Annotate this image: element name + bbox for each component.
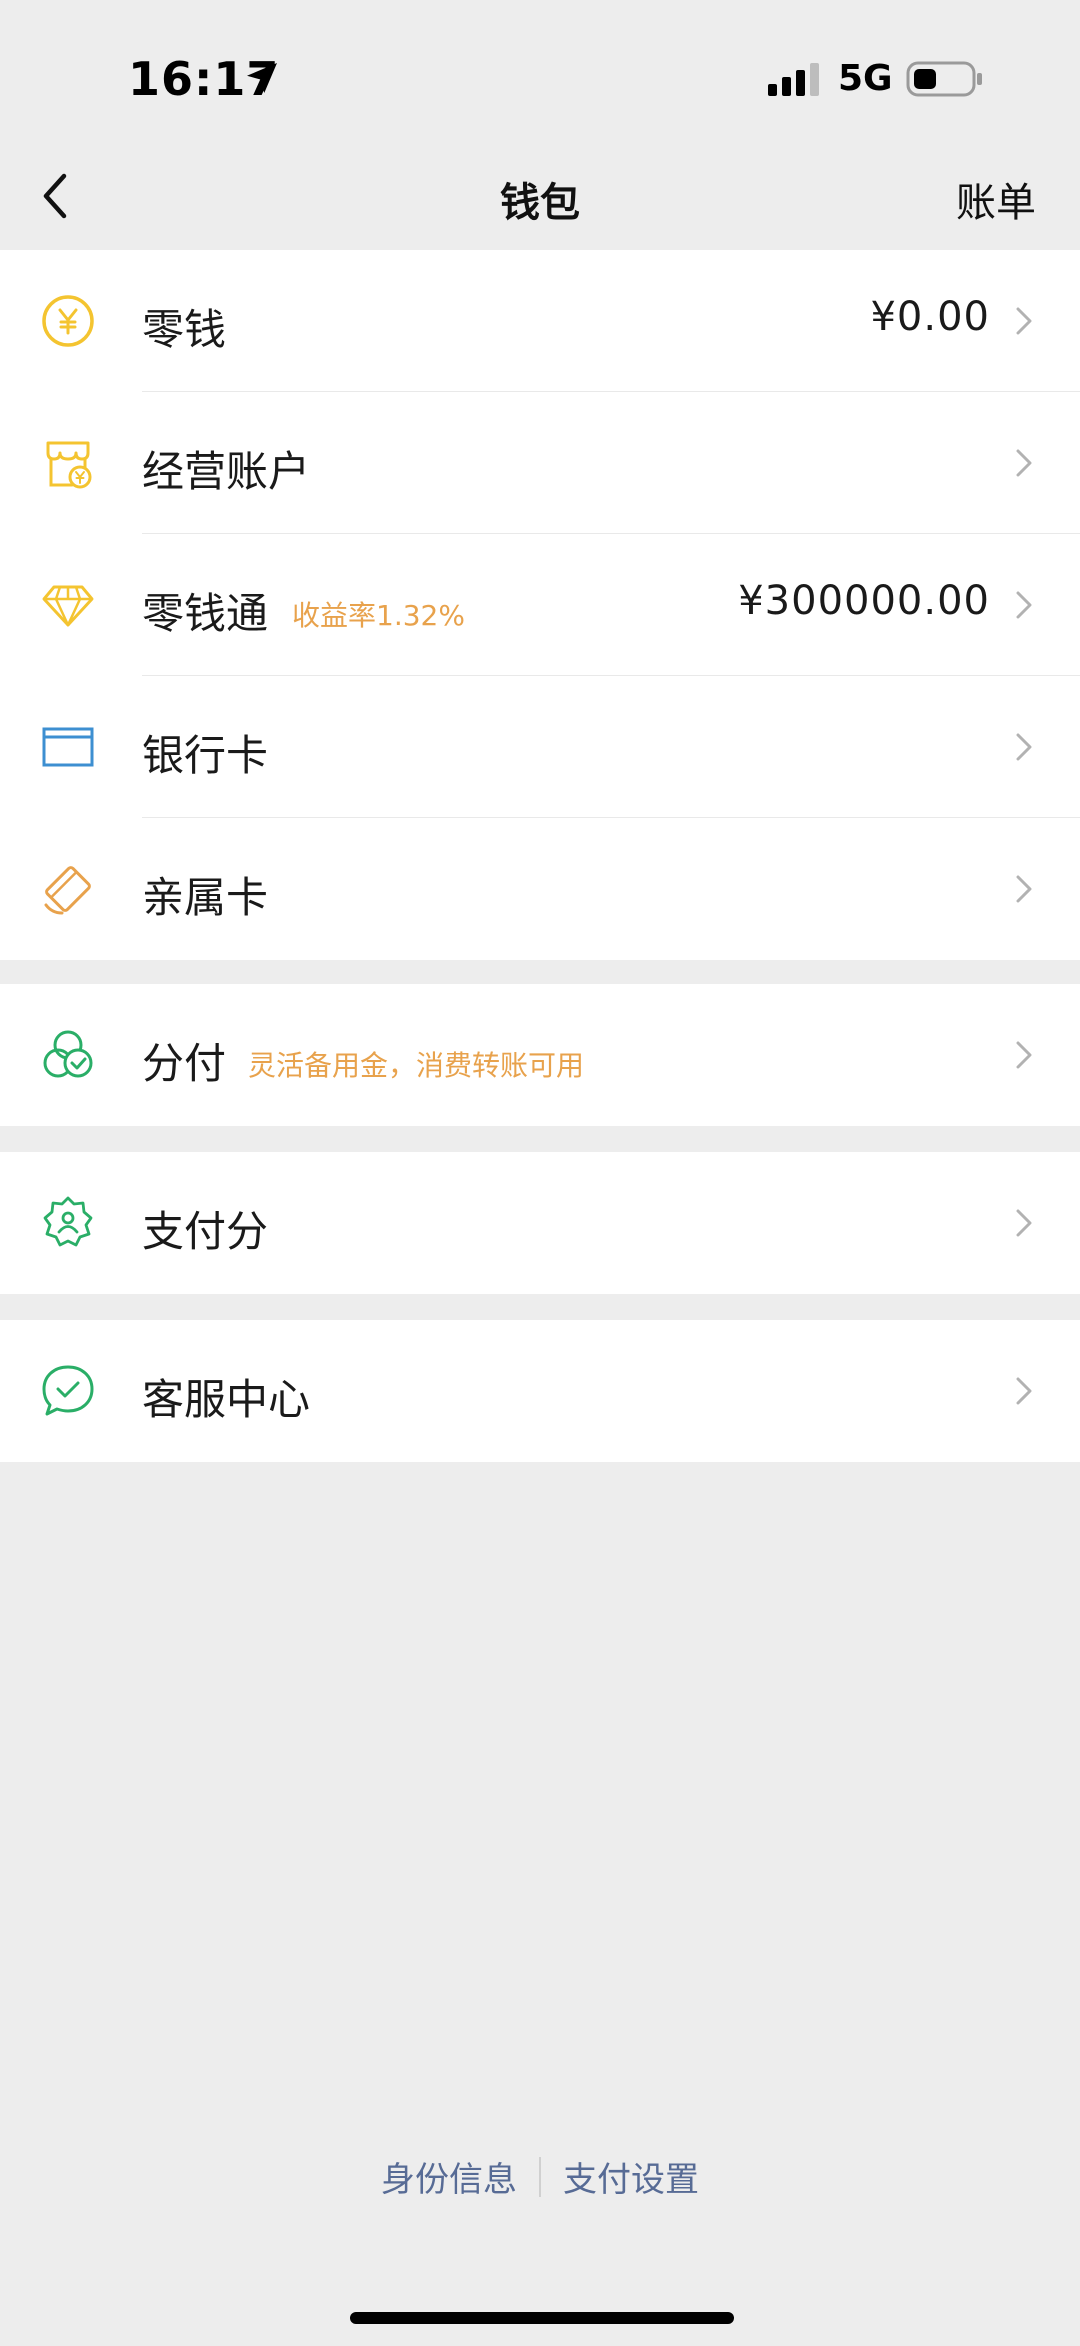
status-bar: 16:17 5G [0,0,1080,150]
row-pay-score[interactable]: 支付分 [0,1152,1080,1294]
customer-service-icon [42,1365,94,1416]
row-bank-card[interactable]: 银行卡 [0,676,1080,818]
row-label: 亲属卡 [142,873,269,922]
row-lingqiantong[interactable]: 零钱通 收益率1.32% ¥300000.00 [0,534,1080,676]
chevron-right-icon [1016,591,1032,619]
wallet-group-payscore: 支付分 [0,1152,1080,1294]
shop-icon [46,441,92,489]
chevron-left-icon[interactable] [38,170,72,222]
lingqiantong-value: ¥300000.00 [738,578,990,624]
row-label: 客服中心 [142,1375,311,1424]
network-type: 5G [838,58,893,99]
chevron-right-icon [1016,1209,1032,1237]
bank-card-icon [42,727,94,767]
payment-settings-link[interactable]: 支付设置 [541,2152,721,2201]
yuan-coin-icon [42,295,94,347]
row-label: 分付 [142,1039,227,1088]
row-customer-service[interactable]: 客服中心 [0,1320,1080,1462]
nav-bar: 钱包 账单 [0,150,1080,248]
identity-info-link[interactable]: 身份信息 [359,2152,539,2201]
wallet-screen: 16:17 5G 钱包 账单 零钱 ¥0.00 经营账户 零钱通 收益率1.32… [0,0,1080,2346]
wallet-group-main: 零钱 ¥0.00 经营账户 零钱通 收益率1.32% ¥300000.00 银行… [0,250,1080,960]
location-arrow-icon [247,63,277,93]
chevron-right-icon [1016,1377,1032,1405]
signal-bars-icon [768,63,819,96]
wallet-group-service: 客服中心 [0,1320,1080,1462]
fenfu-tag: 灵活备用金，消费转账可用 [248,1049,585,1082]
row-label: 银行卡 [142,731,269,780]
pay-score-icon [43,1196,93,1247]
row-label: 经营账户 [142,447,311,496]
page-title: 钱包 [500,180,580,226]
chevron-right-icon [1016,875,1032,903]
wallet-group-fenfu: 分付 灵活备用金，消费转账可用 [0,984,1080,1126]
yield-rate-tag: 收益率1.32% [292,599,465,632]
row-label: 零钱通 [142,589,269,638]
home-indicator[interactable] [350,2312,734,2324]
family-card-icon [44,866,91,915]
chevron-right-icon [1016,307,1032,335]
chevron-right-icon [1016,1041,1032,1069]
row-family-card[interactable]: 亲属卡 [0,818,1080,960]
row-fenfu[interactable]: 分付 灵活备用金，消费转账可用 [0,984,1080,1126]
chevron-right-icon [1016,733,1032,761]
fenfu-icon [43,1030,93,1078]
row-label: 支付分 [142,1207,269,1256]
row-business-account[interactable]: 经营账户 [0,392,1080,534]
row-label: 零钱 [142,305,227,354]
row-balance[interactable]: 零钱 ¥0.00 [0,250,1080,392]
diamond-icon [42,585,94,627]
balance-value: ¥0.00 [870,294,990,340]
battery-icon [906,61,982,97]
footer-links: 身份信息 支付设置 [0,2152,1080,2202]
chevron-right-icon [1016,449,1032,477]
bill-button[interactable]: 账单 [956,170,1036,228]
